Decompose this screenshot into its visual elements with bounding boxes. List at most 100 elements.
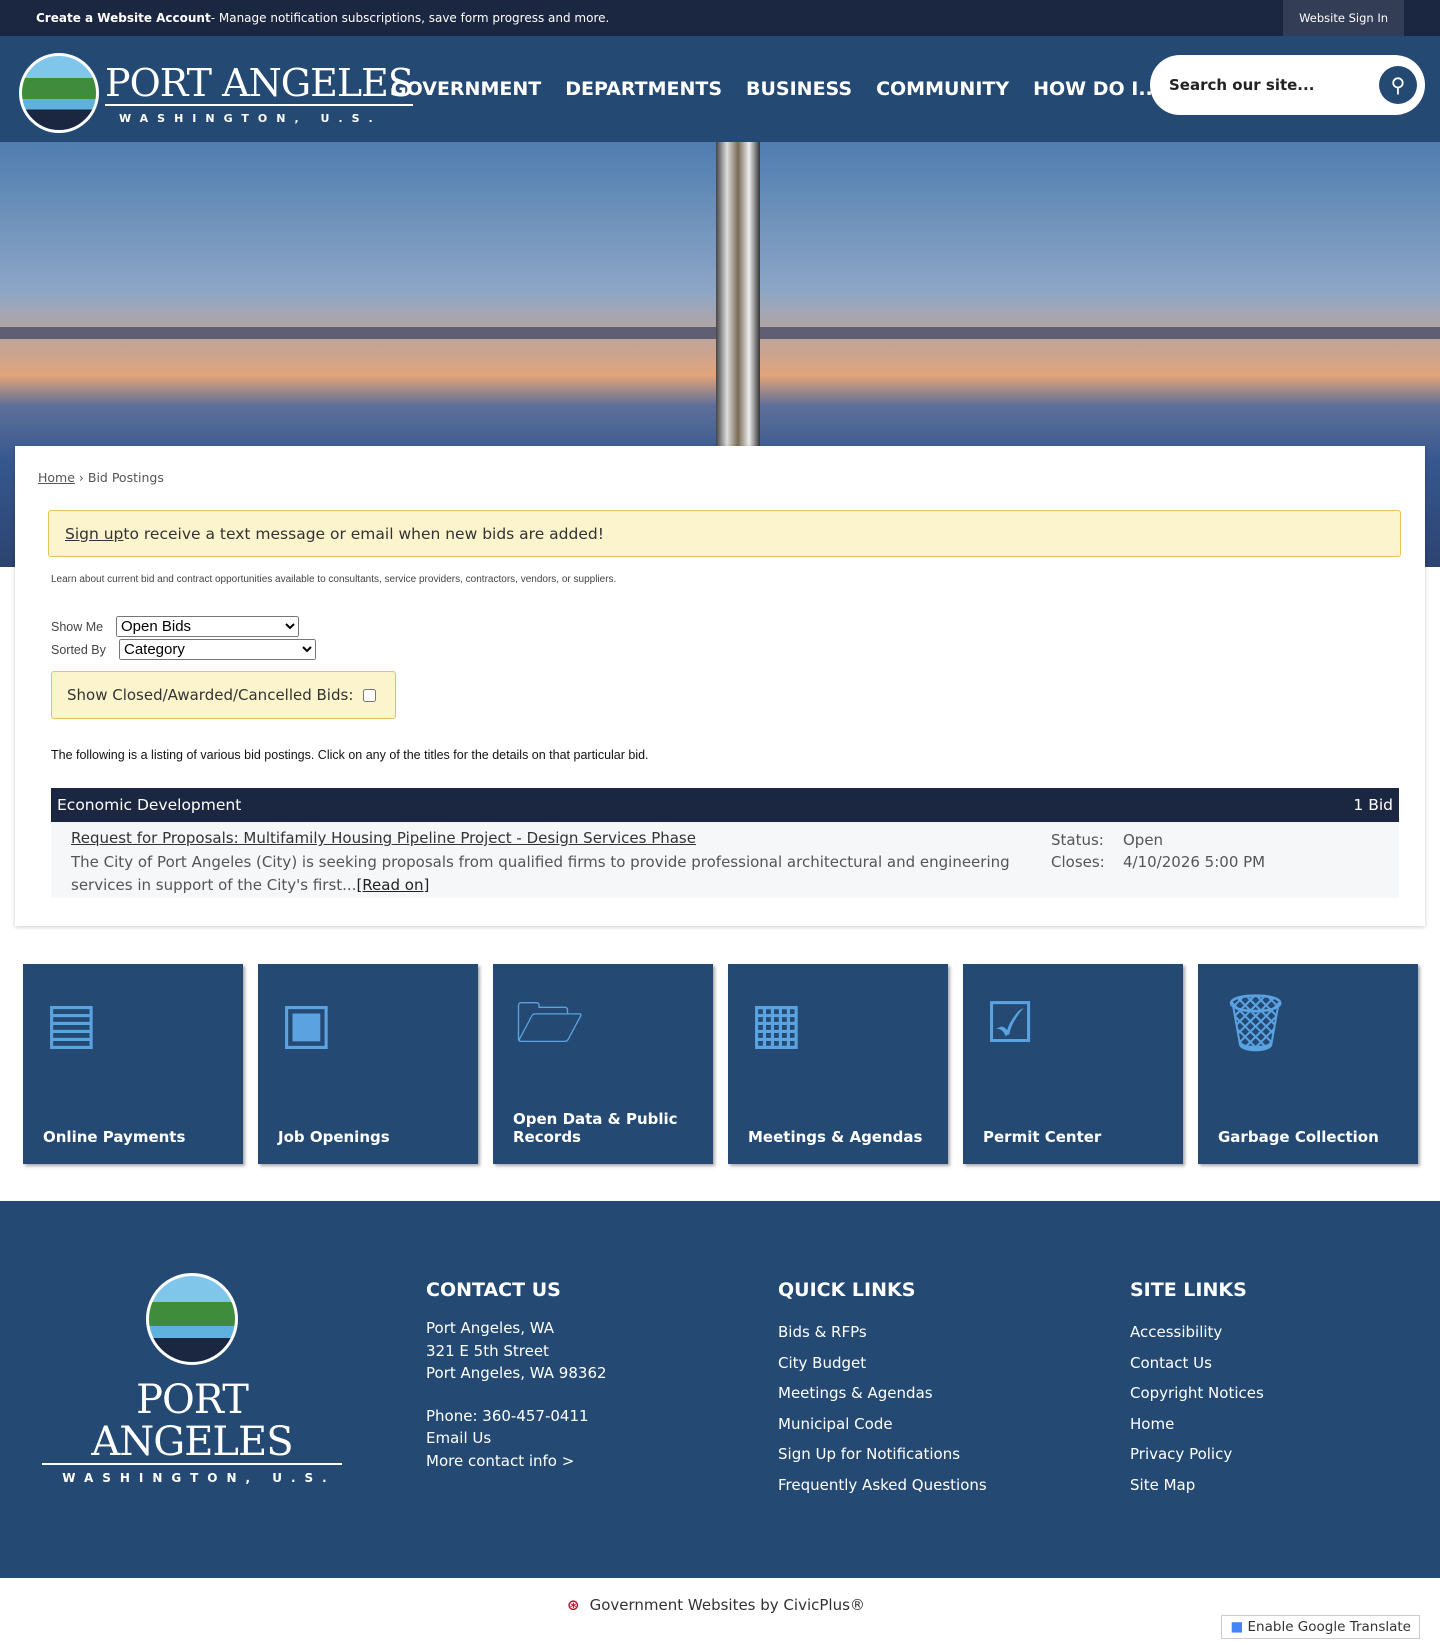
breadcrumb-home[interactable]: Home xyxy=(38,470,75,485)
site-link[interactable]: Copyright Notices xyxy=(1130,1378,1264,1409)
site-link[interactable]: Privacy Policy xyxy=(1130,1439,1264,1470)
bid-title-link[interactable]: Request for Proposals: Multifamily Housi… xyxy=(71,829,696,847)
site-header: PORT ANGELES WASHINGTON, U.S. GOVERNMENT… xyxy=(0,36,1440,142)
contact-heading: CONTACT US xyxy=(426,1279,561,1301)
site-links-heading: SITE LINKS xyxy=(1130,1279,1247,1301)
category-count: 1 Bid xyxy=(1353,796,1393,814)
site-footer: PORT ANGELES WASHINGTON, U.S. CONTACT US… xyxy=(0,1201,1440,1578)
breadcrumb-sep: › xyxy=(74,470,88,485)
create-account-link[interactable]: Create a Website Account xyxy=(36,11,211,25)
google-icon: ■ xyxy=(1230,1619,1244,1635)
civicplus-link[interactable]: ⊛ Government Websites by CivicPlus® xyxy=(567,1596,865,1614)
show-me-label: Show Me xyxy=(51,620,104,634)
breadcrumb-current: Bid Postings xyxy=(87,470,164,485)
site-link[interactable]: Home xyxy=(1130,1409,1264,1440)
tile-online-payments[interactable]: ▤ Online Payments xyxy=(23,964,243,1164)
quick-links-heading: QUICK LINKS xyxy=(778,1279,916,1301)
sign-in-button[interactable]: Website Sign In xyxy=(1283,0,1404,36)
nav-business[interactable]: BUSINESS xyxy=(746,78,852,100)
contact-line: Port Angeles, WA xyxy=(426,1319,555,1337)
site-link[interactable]: Contact Us xyxy=(1130,1348,1264,1379)
tile-job-openings[interactable]: ▣ Job Openings xyxy=(258,964,478,1164)
logo-sub: WASHINGTON, U.S. xyxy=(119,111,382,125)
quick-link[interactable]: Meetings & Agendas xyxy=(778,1378,987,1409)
closed-bids-label: Show Closed/Awarded/Cancelled Bids: xyxy=(67,686,354,704)
contact-line: 321 E 5th Street xyxy=(426,1341,549,1360)
closed-bids-checkbox[interactable] xyxy=(363,688,377,702)
briefcase-icon: ▣ xyxy=(280,991,333,1056)
tile-meetings[interactable]: ▦ Meetings & Agendas xyxy=(728,964,948,1164)
contact-phone: Phone: 360-457-0411 xyxy=(426,1406,589,1425)
search-placeholder: Search our site... xyxy=(1169,76,1315,94)
tile-open-data[interactable]: 🗁 Open Data & Public Records xyxy=(493,964,713,1164)
bottom-bar: ⊛ Government Websites by CivicPlus® ■ Ena… xyxy=(0,1578,1440,1642)
payment-icon: ▤ xyxy=(45,991,98,1056)
main-nav: GOVERNMENT DEPARTMENTS BUSINESS COMMUNIT… xyxy=(391,36,1160,142)
show-me-select[interactable]: Open Bids xyxy=(116,616,299,637)
more-contact-link[interactable]: More contact info > xyxy=(426,1450,607,1473)
status-label: Status: xyxy=(1051,831,1104,849)
signup-alert: Sign up to receive a text message or ema… xyxy=(48,510,1401,557)
closed-bids-box: Show Closed/Awarded/Cancelled Bids: xyxy=(51,671,396,719)
tile-label: Online Payments xyxy=(43,1128,186,1146)
read-on-link[interactable]: [Read on] xyxy=(356,876,429,894)
folder-icon: 🗁 xyxy=(515,991,585,1056)
nav-departments[interactable]: DEPARTMENTS xyxy=(565,78,722,100)
civicplus-text: Government Websites by CivicPlus® xyxy=(589,1596,865,1614)
city-seal-icon xyxy=(146,1273,238,1365)
site-links-column: SITE LINKS Accessibility Contact Us Copy… xyxy=(1130,1279,1264,1500)
category-header: Economic Development 1 Bid xyxy=(51,788,1399,822)
logo-name: PORT ANGELES xyxy=(105,60,414,106)
top-bar: Create a Website Account - Manage notifi… xyxy=(0,0,1440,36)
google-translate-button[interactable]: ■ Enable Google Translate xyxy=(1221,1615,1420,1639)
quick-link[interactable]: Frequently Asked Questions xyxy=(778,1470,987,1501)
nav-government[interactable]: GOVERNMENT xyxy=(391,78,541,100)
clipboard-icon: ☑ xyxy=(985,991,1036,1056)
quick-links-column: QUICK LINKS Bids & RFPs City Budget Meet… xyxy=(778,1279,987,1500)
tile-label: Meetings & Agendas xyxy=(748,1128,923,1146)
footer-logo-name: PORT ANGELES xyxy=(42,1379,342,1465)
tile-label: Permit Center xyxy=(983,1128,1102,1146)
category-name: Economic Development xyxy=(57,796,242,814)
listing-text: The following is a listing of various bi… xyxy=(51,748,649,762)
status-value: Open xyxy=(1123,831,1164,849)
tile-label: Garbage Collection xyxy=(1218,1128,1379,1146)
search-icon[interactable]: ⚲ xyxy=(1379,66,1417,104)
quick-link[interactable]: Municipal Code xyxy=(778,1409,987,1440)
footer-logo-sub: WASHINGTON, U.S. xyxy=(62,1471,336,1485)
footer-logo[interactable]: PORT ANGELES WASHINGTON, U.S. xyxy=(42,1273,342,1485)
translate-label: Enable Google Translate xyxy=(1247,1619,1411,1635)
breadcrumb: Home › Bid Postings xyxy=(38,470,164,485)
quick-link[interactable]: Bids & RFPs xyxy=(778,1317,987,1348)
content-card: Home › Bid Postings Sign up to receive a… xyxy=(15,446,1425,926)
account-description: - Manage notification subscriptions, sav… xyxy=(210,11,610,25)
quick-tiles: ▤ Online Payments ▣ Job Openings 🗁 Open Dat… xyxy=(23,964,1418,1164)
email-link[interactable]: Email Us xyxy=(426,1427,607,1450)
tile-permit-center[interactable]: ☑ Permit Center xyxy=(963,964,1183,1164)
signup-link[interactable]: Sign up xyxy=(65,525,123,543)
site-link[interactable]: Accessibility xyxy=(1130,1317,1264,1348)
bid-description: The City of Port Angeles (City) is seeki… xyxy=(71,853,1010,894)
tile-label: Open Data & Public Records xyxy=(513,1110,678,1146)
quick-link[interactable]: City Budget xyxy=(778,1348,987,1379)
calendar-icon: ▦ xyxy=(750,991,803,1056)
contact-column: CONTACT US Port Angeles, WA 321 E 5th St… xyxy=(426,1279,607,1472)
civicplus-logo-icon: ⊛ xyxy=(567,1596,580,1614)
site-link[interactable]: Site Map xyxy=(1130,1470,1264,1501)
sorted-by-label: Sorted By xyxy=(51,643,106,657)
contact-line: Port Angeles, WA 98362 xyxy=(426,1364,607,1382)
nav-how-do-i[interactable]: HOW DO I... xyxy=(1033,78,1160,100)
nav-community[interactable]: COMMUNITY xyxy=(876,78,1009,100)
closes-value: 4/10/2026 5:00 PM xyxy=(1123,853,1266,871)
quick-link[interactable]: Sign Up for Notifications xyxy=(778,1439,987,1470)
trash-icon: 🗑 xyxy=(1220,991,1292,1056)
sorted-by-select[interactable]: Category xyxy=(119,639,316,660)
site-logo[interactable]: PORT ANGELES WASHINGTON, U.S. xyxy=(19,53,414,133)
search-input[interactable]: Search our site... ⚲ xyxy=(1150,55,1425,115)
tile-label: Job Openings xyxy=(278,1128,390,1146)
city-seal-icon xyxy=(19,53,99,133)
intro-text: Learn about current bid and contract opp… xyxy=(51,574,617,585)
bid-item: Request for Proposals: Multifamily Housi… xyxy=(51,822,1399,898)
tile-garbage[interactable]: 🗑 Garbage Collection xyxy=(1198,964,1418,1164)
closes-label: Closes: xyxy=(1051,853,1105,871)
